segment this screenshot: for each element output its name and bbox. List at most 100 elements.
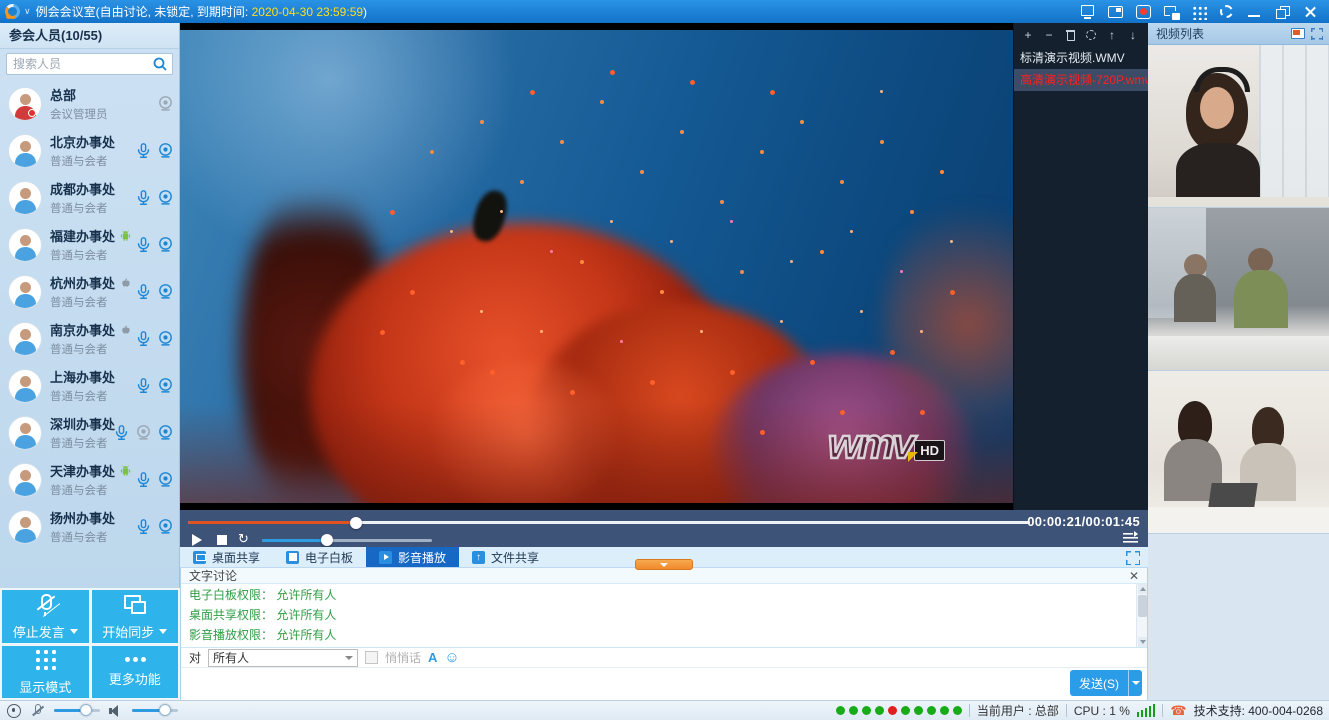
microphone-icon[interactable]	[135, 377, 152, 394]
action-button[interactable]: 停止发言	[2, 590, 89, 643]
microphone-icon[interactable]	[135, 189, 152, 206]
titlebar-control-icon[interactable]	[1135, 4, 1152, 20]
microphone-icon[interactable]	[135, 236, 152, 253]
participant-row[interactable]: 杭州办事处 普通与会者	[0, 268, 180, 315]
fullscreen-icon[interactable]	[1126, 551, 1140, 565]
microphone-icon[interactable]	[135, 471, 152, 488]
dropdown-caret-icon[interactable]	[70, 629, 78, 634]
camera-gray-icon[interactable]	[157, 95, 174, 112]
camera-icon[interactable]	[157, 518, 174, 535]
panel-collapse-handle[interactable]	[635, 559, 693, 570]
tab-label: 桌面共享	[212, 549, 260, 566]
camera-icon[interactable]	[157, 283, 174, 300]
titlebar-control-icon[interactable]	[1246, 4, 1263, 20]
microphone-icon[interactable]	[135, 283, 152, 300]
camera-gray-icon[interactable]	[135, 424, 152, 441]
chat-toolbar: 对 所有人 悄悄话 A ☺	[181, 648, 1147, 668]
participant-row[interactable]: 南京办事处 普通与会者	[0, 315, 180, 362]
participant-row[interactable]: 深圳办事处 普通与会者	[0, 409, 180, 456]
stop-button[interactable]	[217, 535, 227, 545]
share-tab[interactable]: 电子白板	[273, 547, 366, 567]
dropdown-caret-icon[interactable]	[159, 629, 167, 634]
playlist-toggle-icon[interactable]	[1123, 532, 1138, 544]
titlebar-control-icon[interactable]	[1218, 4, 1235, 20]
participant-row[interactable]: 天津办事处 普通与会者	[0, 456, 180, 503]
camera-icon[interactable]	[157, 424, 174, 441]
progress-handle[interactable]	[350, 517, 362, 529]
speaker-icon[interactable]	[108, 704, 124, 718]
playlist-toolbar-icon[interactable]: −	[1042, 28, 1056, 42]
camera-icon[interactable]	[157, 189, 174, 206]
camera-icon[interactable]	[157, 330, 174, 347]
close-icon[interactable]: ✕	[1129, 570, 1139, 582]
share-tab[interactable]: 文件共享	[459, 547, 552, 567]
progress-bar[interactable]	[188, 521, 1030, 524]
action-button[interactable]: 显示模式	[2, 646, 89, 699]
titlebar-control-icon[interactable]	[1079, 4, 1096, 20]
playlist-toolbar-icon[interactable]: ↑	[1105, 28, 1119, 42]
video-thumbnail[interactable]	[1148, 371, 1329, 534]
speaker-volume-slider[interactable]	[132, 709, 178, 712]
microphone-icon[interactable]	[135, 518, 152, 535]
titlebar-control-icon[interactable]	[1163, 4, 1180, 20]
playlist-toolbar-icon[interactable]	[1084, 28, 1098, 42]
camera-icon[interactable]	[157, 471, 174, 488]
video-thumbnail[interactable]	[1148, 45, 1329, 208]
camera-icon[interactable]	[157, 142, 174, 159]
microphone-muted-icon[interactable]	[30, 704, 46, 718]
mic-volume-slider[interactable]	[54, 709, 100, 712]
font-button[interactable]: A	[428, 650, 437, 665]
playlist-item-name: 标清演示视频.WMV	[1020, 47, 1125, 69]
chevron-down-icon[interactable]: ∨	[24, 6, 31, 17]
titlebar-control-icon[interactable]	[1107, 4, 1124, 20]
recipient-select[interactable]: 所有人	[208, 649, 358, 667]
participant-row[interactable]: 扬州办事处 普通与会者	[0, 503, 180, 550]
playlist-toolbar: +− ↑ ↓	[1014, 23, 1148, 47]
playlist-toolbar-icon[interactable]	[1063, 28, 1077, 42]
share-tab[interactable]: 影音播放	[366, 547, 459, 567]
play-button[interactable]	[192, 534, 202, 546]
participant-row[interactable]: 总部 会议管理员	[0, 80, 180, 127]
emoji-icon[interactable]: ☺	[444, 650, 459, 665]
playlist-item[interactable]: 标清演示视频.WMV	[1014, 47, 1148, 69]
camera-icon[interactable]	[157, 377, 174, 394]
camera-status-icon[interactable]	[6, 704, 22, 718]
participant-row[interactable]: 福建办事处 普通与会者	[0, 221, 180, 268]
video-thumbnail[interactable]	[1148, 208, 1329, 371]
titlebar-control-icon[interactable]	[1302, 4, 1319, 20]
participant-row[interactable]: 北京办事处 普通与会者	[0, 127, 180, 174]
android-icon	[119, 464, 132, 477]
expiry-time: 2020-04-30 23:59:59	[252, 5, 363, 19]
volume-slider[interactable]	[262, 539, 432, 542]
participant-avatar	[8, 463, 42, 497]
scrollbar-thumb[interactable]	[1138, 595, 1147, 617]
send-button[interactable]: 发送(S)	[1070, 670, 1128, 696]
scroll-up-icon[interactable]	[1138, 584, 1147, 594]
video-mode-icon[interactable]	[1291, 28, 1305, 39]
volume-handle[interactable]	[321, 534, 333, 546]
chat-scrollbar[interactable]	[1136, 584, 1147, 647]
microphone-icon[interactable]	[135, 142, 152, 159]
scroll-down-icon[interactable]	[1138, 637, 1147, 647]
replay-button[interactable]: ↻	[238, 531, 249, 547]
microphone-icon[interactable]	[135, 330, 152, 347]
whisper-checkbox[interactable]	[365, 651, 378, 664]
titlebar-control-icon[interactable]	[1191, 4, 1207, 20]
camera-icon[interactable]	[157, 236, 174, 253]
playlist-item[interactable]: 高清演示视频-720P.wmv 删除	[1014, 69, 1148, 91]
video-stage[interactable]: wmv HD +−↑↓ 标清演示视频.WMV 高清演示视频-720P.wmv 删…	[180, 23, 1148, 510]
microphone-icon[interactable]	[113, 424, 130, 441]
participant-row[interactable]: 上海办事处 普通与会者	[0, 362, 180, 409]
playlist-toolbar-icon[interactable]: +	[1021, 28, 1035, 42]
expand-icon[interactable]	[1311, 28, 1323, 40]
send-options-caret[interactable]	[1128, 670, 1142, 696]
chat-input-area[interactable]: 发送(S)	[181, 668, 1147, 699]
action-button[interactable]: 更多功能	[92, 646, 179, 699]
action-button[interactable]: 开始同步	[92, 590, 179, 643]
playlist-toolbar-icon[interactable]: ↓	[1126, 28, 1140, 42]
search-input[interactable]	[6, 53, 173, 75]
titlebar-control-icon[interactable]	[1274, 4, 1291, 20]
share-tab[interactable]: 桌面共享	[180, 547, 273, 567]
search-icon[interactable]	[152, 56, 168, 72]
participant-row[interactable]: 成都办事处 普通与会者	[0, 174, 180, 221]
